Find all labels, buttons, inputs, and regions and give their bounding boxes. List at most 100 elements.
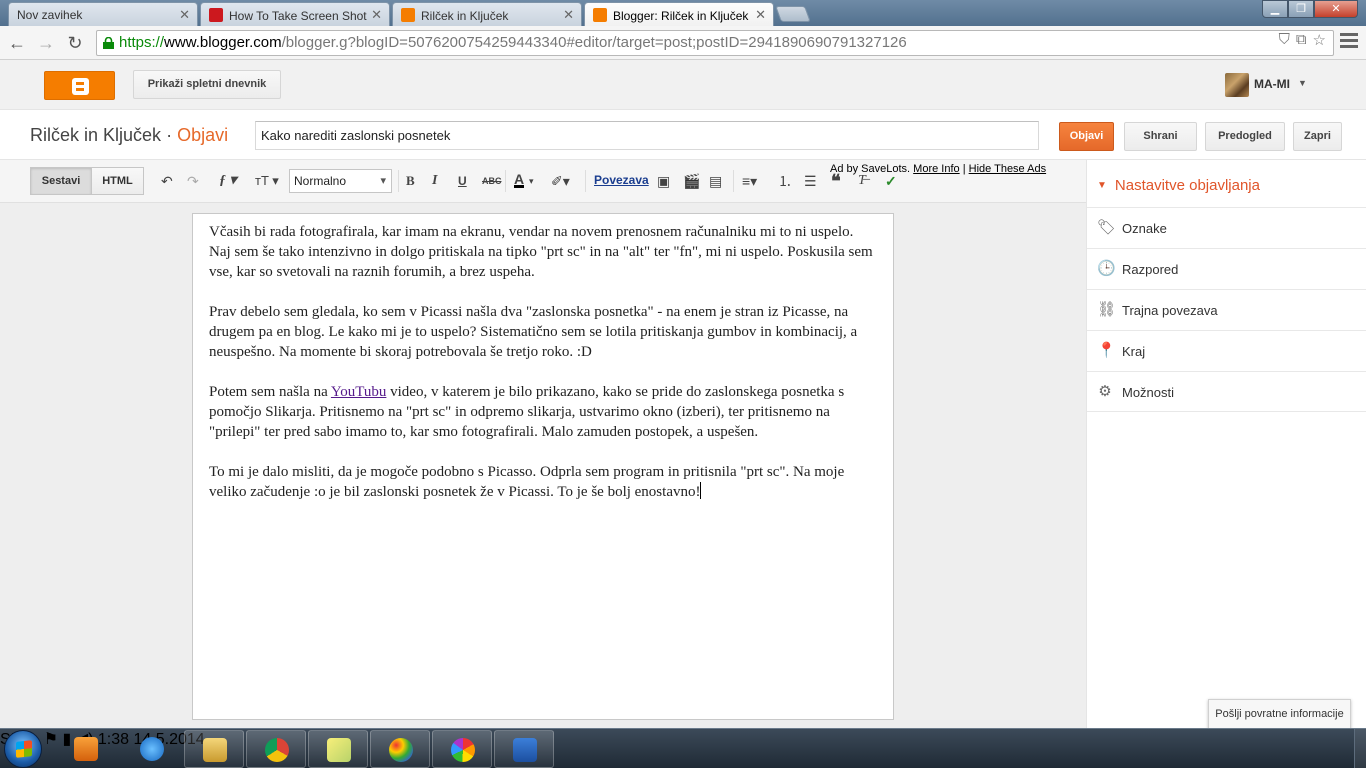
translate-icon[interactable]: ⧉ xyxy=(1296,31,1307,49)
media-player-taskbar-icon[interactable] xyxy=(56,730,116,768)
back-arrow-icon[interactable]: ← xyxy=(6,32,28,54)
post-paragraph: Potem sem našla na YouTubu video, v kate… xyxy=(209,382,877,442)
strikethrough-icon[interactable]: ABC xyxy=(482,173,502,189)
sidebar-item-label: Razpored xyxy=(1122,262,1179,277)
close-tab-icon[interactable]: ✕ xyxy=(179,7,190,23)
bookmark-star-icon[interactable]: ☆ xyxy=(1313,31,1326,49)
italic-icon[interactable]: I xyxy=(432,173,437,189)
breadcrumb-separator: · xyxy=(166,125,173,145)
sidebar-heading-label: Nastavitve objavljanja xyxy=(1114,177,1260,194)
tab-blog[interactable]: Rilček in Ključek ✕ xyxy=(392,2,582,26)
location-pin-icon: 📍 xyxy=(1097,342,1116,359)
sidebar-item-location[interactable]: 📍 Kraj xyxy=(1087,330,1366,371)
sidebar-item-labels[interactable]: 🏷 Oznake xyxy=(1087,207,1366,248)
sticky-notes-taskbar-icon[interactable] xyxy=(308,730,368,768)
reload-icon[interactable]: ↻ xyxy=(64,32,86,54)
preview-button[interactable]: Predogled xyxy=(1205,122,1285,151)
toolbar-divider xyxy=(505,170,506,192)
remove-formatting-icon[interactable]: T̶ xyxy=(858,173,866,189)
sidebar-item-label: Oznake xyxy=(1122,221,1167,236)
toolbar-divider xyxy=(585,170,586,192)
paint-taskbar-icon[interactable] xyxy=(370,730,430,768)
post-title-input[interactable] xyxy=(255,121,1039,150)
close-tab-icon[interactable]: ✕ xyxy=(371,7,382,23)
ad-banner: Ad by SaveLots. More Info | Hide These A… xyxy=(830,163,1046,175)
close-tab-icon[interactable]: ✕ xyxy=(563,7,574,23)
bold-icon[interactable]: B xyxy=(406,173,415,189)
text-caret xyxy=(700,482,702,499)
chrome-menu-icon[interactable] xyxy=(1340,33,1358,49)
ad-more-info-link[interactable]: More Info xyxy=(913,163,959,175)
internet-explorer-taskbar-icon[interactable] xyxy=(122,730,182,768)
close-window-icon[interactable]: ✕ xyxy=(1314,0,1358,18)
maximize-icon[interactable]: ❐ xyxy=(1288,0,1314,18)
html-mode-button[interactable]: HTML xyxy=(92,167,144,195)
quote-icon[interactable]: ❝ xyxy=(831,172,841,190)
ad-hide-link[interactable]: Hide These Ads xyxy=(969,163,1046,175)
font-size-icon[interactable]: ᴛT ▾ xyxy=(255,173,279,189)
underline-icon[interactable]: U xyxy=(458,173,467,189)
post-paragraph: Prav debelo sem gledala, ko sem v Picass… xyxy=(209,304,858,360)
url-path: /blogger.g?blogID=5076200754259443340#ed… xyxy=(281,34,907,51)
blogger-logo-icon[interactable] xyxy=(44,71,115,100)
highlight-color-icon[interactable]: ✐▾ xyxy=(551,173,570,189)
tab-new-tab[interactable]: Nov zavihek ✕ xyxy=(8,2,198,26)
breadcrumb: Rilček in Ključek · Objavi xyxy=(30,125,228,146)
compose-mode-button[interactable]: Sestavi xyxy=(30,167,92,195)
minimize-icon[interactable]: ▁ xyxy=(1262,0,1288,18)
window-controls: ▁ ❐ ✕ xyxy=(1262,0,1358,18)
show-desktop-button[interactable] xyxy=(1354,729,1366,768)
jump-break-icon[interactable]: ▤ xyxy=(709,173,722,189)
clock-icon: 🕒 xyxy=(1097,260,1116,277)
numbered-list-icon[interactable]: ⒈ xyxy=(778,173,792,189)
tab-title: How To Take Screen Shot xyxy=(229,9,367,23)
tab-blogger-editor[interactable]: Blogger: Rilček in Ključek ✕ xyxy=(584,2,774,26)
omnibox-icons: ⛉ ⧉ ☆ xyxy=(1279,31,1326,49)
insert-link-button[interactable]: Povezava xyxy=(594,173,649,187)
new-tab-button[interactable] xyxy=(775,6,811,22)
text-run: To mi je dalo misliti, da je mogoče podo… xyxy=(209,464,845,500)
youtube-favicon-icon xyxy=(209,8,223,22)
undo-icon[interactable]: ↶ xyxy=(161,173,173,189)
chevron-down-icon[interactable]: ▾ xyxy=(529,173,534,189)
editor-mode-switch: Sestavi HTML xyxy=(30,167,144,195)
blog-name[interactable]: Rilček in Ključek xyxy=(30,125,161,145)
spellcheck-icon[interactable]: ✓ xyxy=(885,173,897,189)
youtube-link[interactable]: YouTubu xyxy=(331,384,386,400)
explorer-taskbar-icon[interactable] xyxy=(184,730,244,768)
publish-button[interactable]: Objavi xyxy=(1059,122,1114,151)
save-button[interactable]: Shrani xyxy=(1124,122,1197,151)
redo-icon[interactable]: ↷ xyxy=(187,173,199,189)
avatar[interactable] xyxy=(1225,73,1249,97)
sidebar-item-options[interactable]: ⚙ Možnosti xyxy=(1087,371,1366,412)
username[interactable]: MA-MI xyxy=(1254,77,1290,91)
close-tab-icon[interactable]: ✕ xyxy=(755,7,766,23)
post-paragraph: To mi je dalo misliti, da je mogoče podo… xyxy=(209,462,877,502)
triangle-down-icon: ▼ xyxy=(1097,180,1107,191)
bullet-list-icon[interactable]: ☰ xyxy=(804,173,817,189)
forward-arrow-icon[interactable]: → xyxy=(35,32,57,54)
text-color-icon[interactable]: A xyxy=(514,172,525,188)
insert-video-icon[interactable]: 🎬 xyxy=(683,173,700,189)
paragraph-format-select[interactable]: Normalno xyxy=(289,169,392,193)
chrome-taskbar-icon[interactable] xyxy=(246,730,306,768)
view-blog-button[interactable]: Prikaži spletni dnevnik xyxy=(133,70,281,99)
post-body-editor[interactable]: Včasih bi rada fotografirala, kar imam n… xyxy=(192,213,894,720)
insert-image-icon[interactable]: ▣ xyxy=(657,173,670,189)
post-paragraph: Včasih bi rada fotografirala, kar imam n… xyxy=(209,224,873,280)
font-family-icon[interactable]: ƒ ▾ xyxy=(219,173,237,189)
sidebar-item-permalink[interactable]: ⛓ Trajna povezava xyxy=(1087,289,1366,330)
post-settings-heading[interactable]: ▼ Nastavitve objavljanja xyxy=(1097,177,1260,194)
picasa-taskbar-icon[interactable] xyxy=(432,730,492,768)
align-icon[interactable]: ≡▾ xyxy=(742,173,757,189)
shield-icon[interactable]: ⛉ xyxy=(1279,31,1290,49)
tab-youtube[interactable]: How To Take Screen Shot ✕ xyxy=(200,2,390,26)
close-button[interactable]: Zapri xyxy=(1293,122,1342,151)
sidebar-item-schedule[interactable]: 🕒 Razpored xyxy=(1087,248,1366,289)
start-button-icon[interactable] xyxy=(4,730,42,768)
url-scheme: https:// xyxy=(119,34,165,51)
chevron-down-icon[interactable]: ▼ xyxy=(1298,78,1307,88)
address-bar[interactable]: https://www.blogger.com/blogger.g?blogID… xyxy=(96,30,1334,56)
word-taskbar-icon[interactable] xyxy=(494,730,554,768)
send-feedback-button[interactable]: Pošlji povratne informacije xyxy=(1208,699,1351,729)
